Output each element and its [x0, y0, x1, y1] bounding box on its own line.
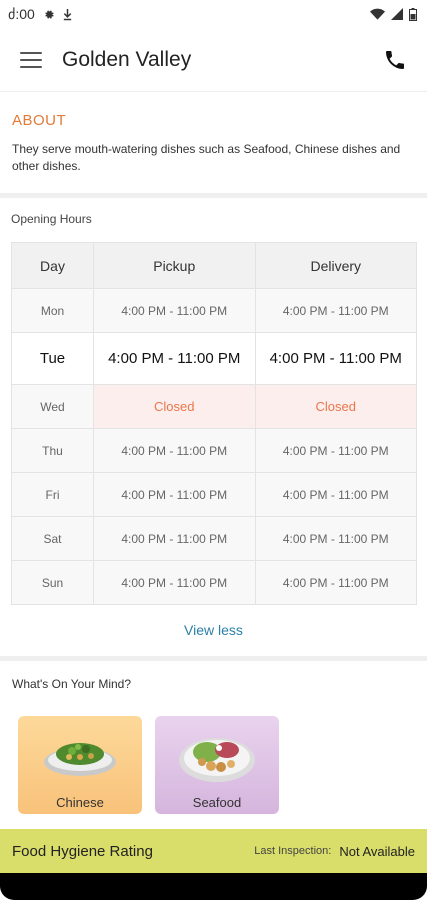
- system-nav-bar: [0, 873, 427, 900]
- table-row-today: Tue 4:00 PM - 11:00 PM 4:00 PM - 11:00 P…: [11, 332, 417, 385]
- day-cell: Thu: [11, 428, 94, 473]
- signal-icon: [391, 8, 403, 20]
- day-cell: Sun: [11, 560, 94, 605]
- table-row: Thu 4:00 PM - 11:00 PM 4:00 PM - 11:00 P…: [11, 428, 417, 473]
- category-cards: Chinese Seafood: [12, 716, 415, 814]
- page-title: Golden Valley: [62, 47, 192, 71]
- delivery-cell: 4:00 PM - 11:00 PM: [254, 288, 417, 333]
- wifi-icon: [370, 8, 385, 20]
- column-header-pickup: Pickup: [93, 242, 256, 289]
- battery-icon: [409, 7, 417, 21]
- status-time: ძ:00: [8, 5, 35, 22]
- inspection-info: Last Inspection: Not Available: [254, 844, 415, 859]
- about-section: ABOUT They serve mouth-watering dishes s…: [0, 92, 427, 193]
- pickup-cell: 4:00 PM - 11:00 PM: [93, 472, 256, 517]
- pickup-closed-cell: Closed: [93, 384, 256, 429]
- table-row: Mon 4:00 PM - 11:00 PM 4:00 PM - 11:00 P…: [11, 288, 417, 333]
- delivery-closed-cell: Closed: [254, 384, 417, 429]
- opening-hours-table: Day Pickup Delivery Mon 4:00 PM - 11:00 …: [11, 242, 417, 605]
- pickup-cell: 4:00 PM - 11:00 PM: [93, 560, 256, 605]
- chinese-dish-image: [44, 743, 116, 776]
- opening-hours-heading: Opening Hours: [11, 212, 92, 226]
- status-right: [370, 7, 417, 21]
- day-cell: Tue: [11, 332, 94, 385]
- category-label: Seafood: [192, 795, 242, 810]
- about-heading: ABOUT: [12, 112, 67, 129]
- delivery-cell: 4:00 PM - 11:00 PM: [254, 516, 417, 561]
- food-hygiene-title: Food Hygiene Rating: [12, 842, 153, 860]
- delivery-cell: 4:00 PM - 11:00 PM: [254, 428, 417, 473]
- category-card-chinese[interactable]: Chinese: [18, 716, 142, 814]
- day-cell: Wed: [11, 384, 94, 429]
- pickup-cell: 4:00 PM - 11:00 PM: [93, 428, 256, 473]
- whats-on-your-mind-section: What's On Your Mind? Chinese Seafood: [0, 661, 427, 814]
- day-cell: Fri: [11, 472, 94, 517]
- category-label: Chinese: [56, 795, 104, 810]
- food-hygiene-bar[interactable]: Food Hygiene Rating Last Inspection: Not…: [0, 829, 427, 873]
- table-row: Sun 4:00 PM - 11:00 PM 4:00 PM - 11:00 P…: [11, 560, 417, 605]
- app-bar: Golden Valley: [0, 28, 427, 92]
- last-inspection-value: Not Available: [339, 843, 415, 859]
- delivery-cell: 4:00 PM - 11:00 PM: [254, 472, 417, 517]
- table-header-row: Day Pickup Delivery: [11, 242, 417, 289]
- category-card-seafood[interactable]: Seafood: [155, 716, 279, 814]
- view-less-link[interactable]: View less: [11, 622, 416, 638]
- status-bar: ძ:00: [0, 0, 427, 28]
- last-inspection-label: Last Inspection:: [254, 845, 332, 857]
- pickup-cell: 4:00 PM - 11:00 PM: [93, 516, 256, 561]
- seafood-dish-image: [179, 738, 255, 782]
- day-cell: Mon: [11, 288, 94, 333]
- delivery-cell: 4:00 PM - 11:00 PM: [254, 332, 417, 385]
- whats-on-your-mind-heading: What's On Your Mind?: [12, 677, 132, 691]
- pickup-cell: 4:00 PM - 11:00 PM: [93, 288, 256, 333]
- settings-gear-icon: [45, 9, 54, 19]
- pickup-cell: 4:00 PM - 11:00 PM: [93, 332, 256, 385]
- hamburger-menu-icon[interactable]: [20, 51, 42, 68]
- opening-hours-section: Opening Hours Day Pickup Delivery Mon 4:…: [0, 198, 427, 656]
- day-cell: Sat: [11, 516, 94, 561]
- about-description: They serve mouth-watering dishes such as…: [12, 142, 401, 173]
- delivery-cell: 4:00 PM - 11:00 PM: [254, 560, 417, 605]
- table-row-closed: Wed Closed Closed: [11, 384, 417, 429]
- phone-call-icon[interactable]: [383, 48, 407, 72]
- status-left: ძ:00: [8, 6, 73, 23]
- download-icon: [63, 8, 72, 20]
- table-row: Sat 4:00 PM - 11:00 PM 4:00 PM - 11:00 P…: [11, 516, 417, 561]
- column-header-day: Day: [11, 242, 94, 289]
- table-row: Fri 4:00 PM - 11:00 PM 4:00 PM - 11:00 P…: [11, 472, 417, 517]
- column-header-delivery: Delivery: [254, 242, 417, 289]
